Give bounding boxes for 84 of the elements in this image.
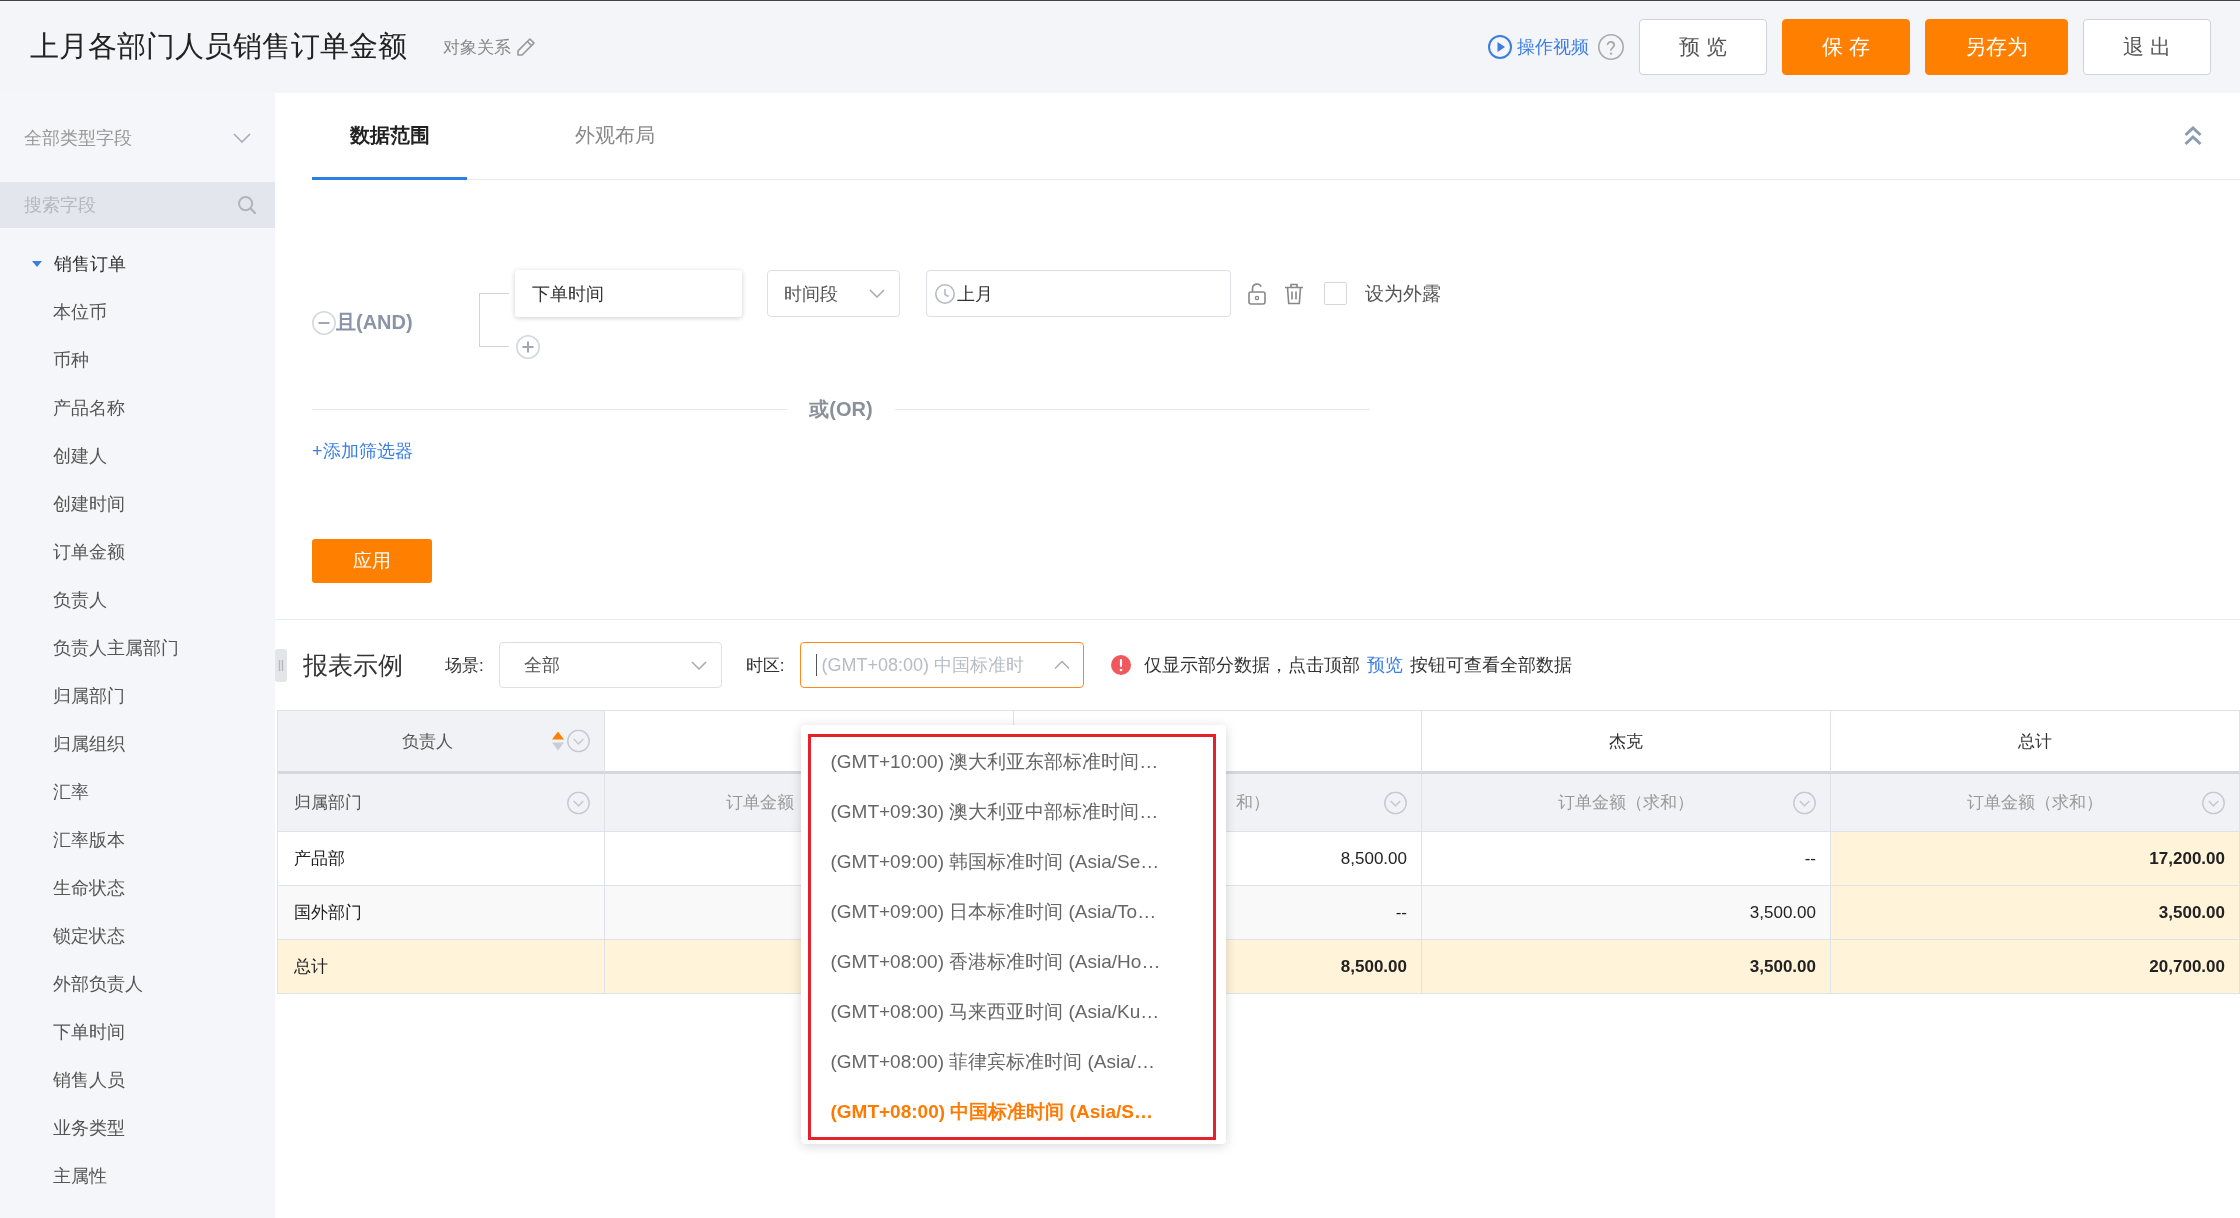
field-item[interactable]: 产品名称: [0, 384, 275, 432]
expose-checkbox[interactable]: [1324, 282, 1347, 305]
tree-group[interactable]: 销售订单: [0, 240, 275, 288]
grip-handle-icon[interactable]: [275, 648, 287, 682]
text-cursor: [816, 654, 818, 676]
table-cell: 3,500.00: [1831, 886, 2240, 940]
table-cell: 3,500.00: [1422, 940, 1831, 994]
field-item[interactable]: 创建时间: [0, 480, 275, 528]
warning-icon: [1111, 655, 1132, 675]
filter-field-box[interactable]: 下单时间: [515, 270, 742, 317]
field-item[interactable]: 下单时间: [0, 1008, 275, 1056]
timezone-option[interactable]: (GMT+08:00) 菲律宾标准时间 (Asia/…: [830, 1037, 1214, 1087]
field-item[interactable]: 负责人: [0, 576, 275, 624]
field-item[interactable]: 销售人员: [0, 1056, 275, 1104]
logic-label: 且(AND): [336, 310, 413, 335]
column-heading: 杰克: [1609, 730, 1643, 753]
relation-label: 对象关系: [443, 36, 511, 59]
table-cell: 总计: [278, 940, 605, 994]
column-heading: 总计: [2018, 730, 2052, 753]
scene-label: 场景:: [445, 654, 484, 677]
circle-chevron-icon[interactable]: [567, 791, 590, 814]
circle-chevron-icon[interactable]: [567, 729, 590, 753]
tab[interactable]: 外观布局: [537, 93, 692, 180]
field-item[interactable]: 归属部门: [0, 672, 275, 720]
minus-circle-icon[interactable]: [312, 310, 336, 335]
trash-icon[interactable]: [1284, 282, 1304, 305]
chevron-down-icon: [869, 289, 885, 298]
collapse-icon[interactable]: [2183, 126, 2203, 146]
plus-circle-icon[interactable]: [516, 335, 540, 359]
checkbox-label: 设为外露: [1365, 281, 1441, 306]
field-item[interactable]: 主属性: [0, 1152, 275, 1200]
chevron-up-icon: [1054, 660, 1071, 670]
field-item[interactable]: 负责人主属部门: [0, 624, 275, 672]
timezone-option[interactable]: (GMT+08:00) 香港标准时间 (Asia/Ho…: [830, 937, 1214, 987]
preview-button[interactable]: 预 览: [1639, 19, 1768, 75]
column-heading: 订单金额（求和）: [1558, 792, 1694, 814]
preview-link[interactable]: 预览: [1367, 655, 1404, 675]
column-heading: 和）: [1236, 792, 1270, 814]
help-icon[interactable]: [1598, 34, 1625, 60]
page-title: 上月各部门人员销售订单金额: [30, 29, 407, 64]
field-item[interactable]: 归属组织: [0, 720, 275, 768]
field-item[interactable]: 业务类型: [0, 1104, 275, 1152]
caret-icon[interactable]: [32, 261, 42, 267]
field-item[interactable]: 外部负责人: [0, 960, 275, 1008]
column-heading: 负责人: [401, 730, 453, 753]
chevron-down-icon: [233, 132, 251, 143]
operator-select[interactable]: 时间段: [767, 270, 900, 317]
field-item[interactable]: 币种: [0, 336, 275, 384]
timezone-option[interactable]: (GMT+10:00) 澳大利亚东部标准时间…: [830, 737, 1214, 787]
video-link[interactable]: 操作视频: [1488, 35, 1590, 59]
notice-text: 仅显示部分数据，点击顶部 预览 按钮可查看全部数据: [1144, 654, 1573, 677]
chevron-down-icon: [690, 660, 707, 670]
condition-bracket: [479, 293, 509, 347]
timezone-select[interactable]: (GMT+08:00) 中国标准时: [800, 642, 1085, 688]
pencil-icon[interactable]: [517, 38, 535, 56]
or-label: 或(OR): [808, 396, 874, 422]
sort-icon[interactable]: [552, 731, 564, 751]
circle-chevron-icon[interactable]: [1793, 791, 1816, 814]
circle-chevron-icon[interactable]: [2202, 791, 2225, 814]
column-heading: 订单金额: [726, 792, 794, 814]
unlock-icon[interactable]: [1248, 282, 1266, 305]
field-item[interactable]: 汇率版本: [0, 816, 275, 864]
exit-button[interactable]: 退 出: [2083, 19, 2211, 75]
field-item[interactable]: 本位币: [0, 288, 275, 336]
field-item[interactable]: 锁定状态: [0, 912, 275, 960]
column-heading: 订单金额（求和）: [1967, 792, 2103, 814]
scene-select[interactable]: 全部: [498, 642, 722, 688]
tab[interactable]: 数据范围: [312, 93, 467, 180]
table-cell: 17,200.00: [1831, 832, 2240, 886]
play-icon: [1488, 35, 1513, 59]
clock-icon: [935, 283, 955, 304]
timezone-option[interactable]: (GMT+08:00) 马来西亚时间 (Asia/Ku…: [830, 987, 1214, 1037]
column-heading: 归属部门: [294, 792, 362, 814]
field-item[interactable]: 汇率: [0, 768, 275, 816]
circle-chevron-icon[interactable]: [1384, 791, 1407, 814]
table-cell: 20,700.00: [1831, 940, 2240, 994]
search-icon: [238, 196, 256, 214]
report-title: 报表示例: [303, 649, 403, 681]
field-item[interactable]: 生命状态: [0, 864, 275, 912]
field-item[interactable]: 订单金额: [0, 528, 275, 576]
timezone-label: 时区:: [745, 654, 785, 677]
field-item[interactable]: 创建人: [0, 432, 275, 480]
value-input[interactable]: 上月: [926, 270, 1231, 317]
add-filter-link[interactable]: +添加筛选器: [312, 439, 413, 463]
